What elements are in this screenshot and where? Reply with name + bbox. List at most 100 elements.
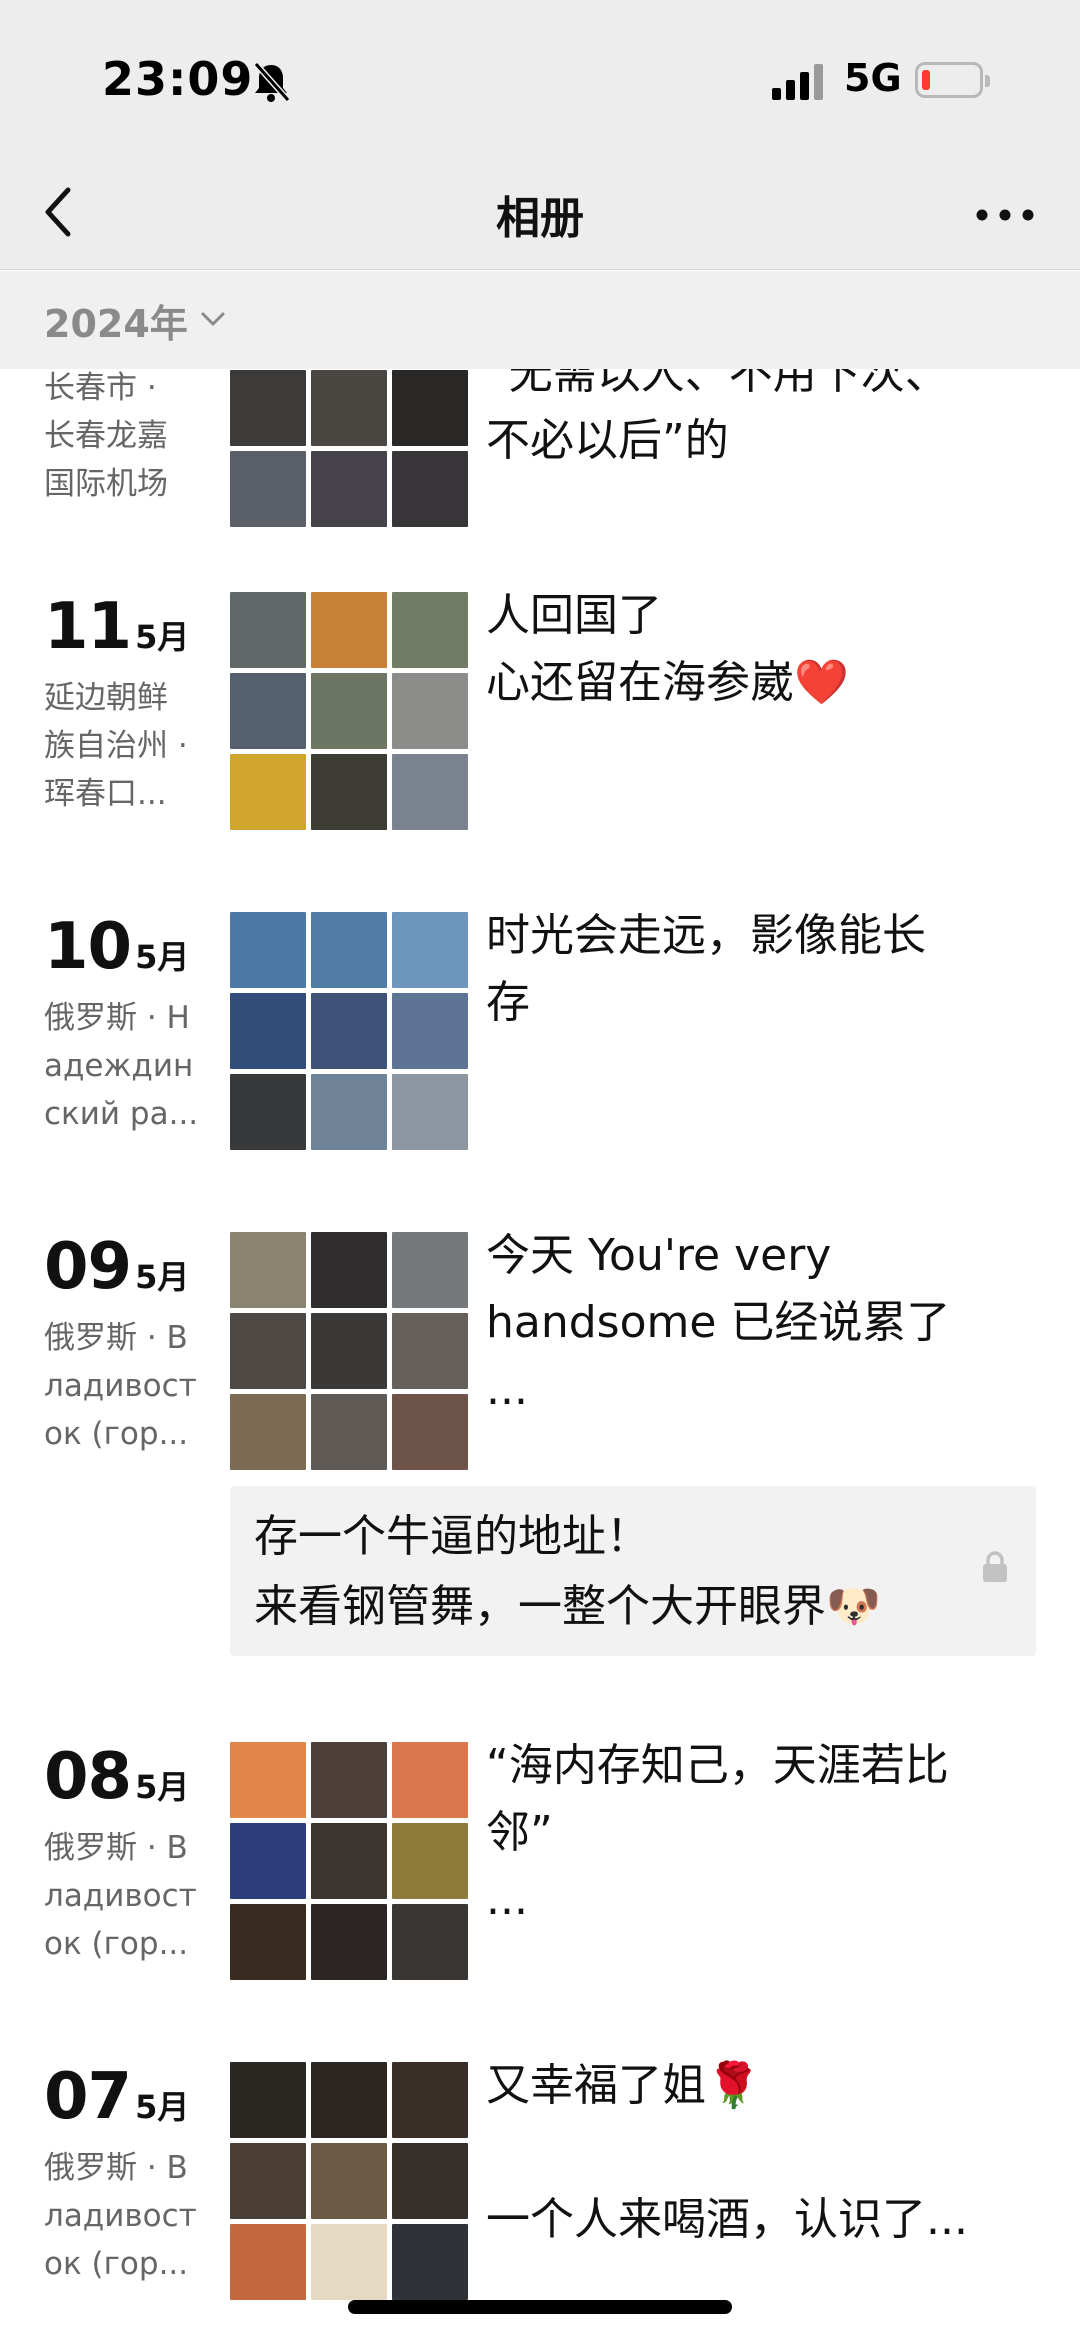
photo-grid[interactable] [230,912,468,1150]
status-time: 23:09 [102,52,254,106]
photo-grid[interactable] [230,2062,468,2300]
photo-thumbnail[interactable] [230,673,306,749]
bell-muted-icon [253,62,291,102]
chevron-down-icon [201,312,225,326]
photo-thumbnail[interactable] [392,2224,468,2300]
entry-date: 07 5月 [44,2060,189,2140]
link-card-text: 存一个牛逼的地址！ 来看钢管舞，一整个大开眼界🐶 [254,1511,881,1632]
photo-grid[interactable] [230,1742,468,1980]
page-title: 相册 [496,193,584,244]
entry-month: 5月 [135,618,190,656]
navigation-bar: 相册 [0,160,1080,270]
photo-thumbnail[interactable] [392,1074,468,1150]
photo-thumbnail[interactable] [230,1904,306,1980]
photo-thumbnail[interactable] [392,1823,468,1899]
battery-icon [915,62,990,98]
entry-day: 10 [44,910,132,984]
photo-thumbnail[interactable] [311,1074,387,1150]
photo-thumbnail[interactable] [392,370,468,446]
photo-thumbnail[interactable] [311,592,387,668]
more-options-icon[interactable] [970,190,1040,240]
photo-thumbnail[interactable] [392,1313,468,1389]
photo-thumbnail[interactable] [392,993,468,1069]
photo-thumbnail[interactable] [230,754,306,830]
entry-day: 09 [44,1230,132,1304]
photo-thumbnail[interactable] [230,2224,306,2300]
photo-thumbnail[interactable] [230,370,306,446]
photo-thumbnail[interactable] [230,1823,306,1899]
photo-thumbnail[interactable] [311,673,387,749]
photo-thumbnail[interactable] [230,1394,306,1470]
photo-thumbnail[interactable] [230,2062,306,2138]
photo-thumbnail[interactable] [311,912,387,988]
entry-location: 俄罗斯 · Н адеждин ский ра... [44,1000,199,1132]
photo-thumbnail[interactable] [311,451,387,527]
entry-caption[interactable]: 人回国了 心还留在海参崴❤️ [486,582,1056,716]
photo-thumbnail[interactable] [230,1074,306,1150]
photo-grid[interactable] [230,1232,468,1470]
entry-date: 08 5月 [44,1740,189,1820]
photo-thumbnail[interactable] [392,673,468,749]
photo-grid[interactable] [230,592,468,830]
entry-month: 5月 [135,2088,190,2126]
photo-grid[interactable] [230,370,468,530]
entry-date: 11 5月 [44,590,189,670]
photo-thumbnail[interactable] [230,912,306,988]
entry-location: 俄罗斯 · В ладивост ок (гор... [44,1320,197,1452]
photo-thumbnail[interactable] [392,912,468,988]
status-bar: 23:09 5G [0,0,1080,160]
entry-location: 延边朝鲜 族自治州 · 珲春口... [44,680,188,812]
entry-date: 09 5月 [44,1230,189,1310]
entry-date: 10 5月 [44,910,189,990]
photo-thumbnail[interactable] [311,1904,387,1980]
photo-thumbnail[interactable] [311,2062,387,2138]
photo-thumbnail[interactable] [311,1232,387,1308]
photo-thumbnail[interactable] [392,1904,468,1980]
entry-month: 5月 [135,938,190,976]
year-label: 2024年 [44,302,188,346]
entry-location: 俄罗斯 · В ладивост ок (гор... [44,1830,197,1962]
photo-thumbnail[interactable] [392,2062,468,2138]
entry-location: 俄罗斯 · В ладивост ок (гор... [44,2150,197,2282]
photo-thumbnail[interactable] [230,993,306,1069]
photo-thumbnail[interactable] [311,1823,387,1899]
photo-thumbnail[interactable] [230,592,306,668]
photo-thumbnail[interactable] [311,993,387,1069]
entry-caption[interactable]: 又幸福了姐🌹 一个人来喝酒，认识了... [486,2052,1056,2253]
entry-day: 08 [44,1740,132,1814]
battery-level [922,70,930,90]
photo-thumbnail[interactable] [311,2224,387,2300]
lock-icon [983,1551,1007,1582]
entry-day: 07 [44,2060,132,2134]
photo-thumbnail[interactable] [392,1742,468,1818]
entry-month: 5月 [135,1768,190,1806]
home-indicator[interactable] [348,2300,732,2314]
photo-thumbnail[interactable] [392,1232,468,1308]
photo-thumbnail[interactable] [311,1394,387,1470]
photo-thumbnail[interactable] [392,754,468,830]
entry-caption[interactable]: “海内存知己，天涯若比 邻” ... [486,1732,1056,1933]
photo-thumbnail[interactable] [311,370,387,446]
photo-thumbnail[interactable] [311,2143,387,2219]
photo-thumbnail[interactable] [311,1742,387,1818]
year-selector[interactable]: 2024年 [0,271,1080,369]
photo-thumbnail[interactable] [392,592,468,668]
entry-caption[interactable]: 今天 You're very handsome 已经说累了 ... [486,1222,1056,1423]
entry-location: 长春市 · 长春龙嘉 国际机场 [44,370,168,502]
photo-thumbnail[interactable] [311,1313,387,1389]
link-card[interactable]: 存一个牛逼的地址！ 来看钢管舞，一整个大开眼界🐶 [230,1486,1036,1656]
entry-day: 11 [44,590,132,664]
photo-thumbnail[interactable] [230,1232,306,1308]
photo-thumbnail[interactable] [230,2143,306,2219]
photo-thumbnail[interactable] [392,451,468,527]
photo-thumbnail[interactable] [230,451,306,527]
photo-thumbnail[interactable] [230,1742,306,1818]
photo-thumbnail[interactable] [230,1313,306,1389]
photo-thumbnail[interactable] [392,1394,468,1470]
photo-thumbnail[interactable] [392,2143,468,2219]
entry-caption[interactable]: 时光会走远，影像能长 存 [486,902,1056,1036]
photo-thumbnail[interactable] [311,754,387,830]
entry-month: 5月 [135,1258,190,1296]
cellular-signal-icon [772,64,823,100]
network-type: 5G [844,56,902,100]
